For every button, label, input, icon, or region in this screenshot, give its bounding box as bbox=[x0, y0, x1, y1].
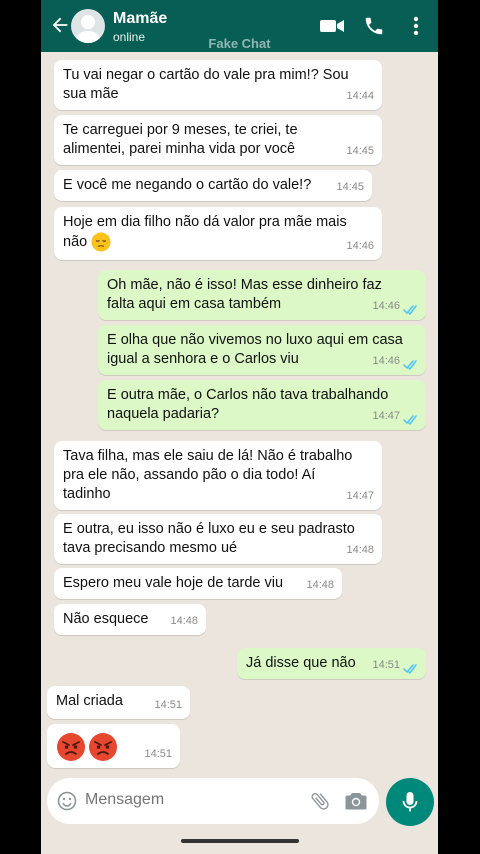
message-timestamp: 14:51 bbox=[154, 699, 182, 711]
message-text-line: alimentei, parei minha vida por você bbox=[63, 141, 296, 157]
outgoing-message-bubble[interactable]: E outra mãe, o Carlos não tava trabalhan… bbox=[98, 380, 426, 430]
message-timestamp: 14:48 bbox=[170, 615, 198, 627]
message-timestamp: 14:51 bbox=[144, 748, 172, 760]
message-text-line: Hoje em dia filho não dá valor pra mãe m… bbox=[63, 214, 347, 230]
emoji-icon[interactable] bbox=[57, 791, 77, 811]
message-text-line: E olha que não vivemos no luxo aqui em c… bbox=[107, 332, 403, 348]
message-text-line: tadinho bbox=[63, 486, 111, 502]
message-text-line: E outra, eu isso não é luxo eu e seu pad… bbox=[63, 521, 355, 537]
incoming-message-bubble[interactable]: 14:51 bbox=[47, 724, 180, 768]
message-text-line: pra ele não, assando pão o dia todo! Aí bbox=[63, 467, 316, 483]
message-input[interactable] bbox=[85, 791, 285, 809]
message-text-line: Espero meu vale hoje de tarde viu bbox=[63, 575, 284, 591]
back-arrow-icon[interactable] bbox=[49, 14, 71, 36]
message-text-line: E outra mãe, o Carlos não tava trabalhan… bbox=[107, 387, 389, 403]
read-receipt-icon bbox=[403, 664, 417, 674]
outgoing-message-bubble[interactable]: E olha que não vivemos no luxo aqui em c… bbox=[98, 325, 426, 375]
read-receipt-icon bbox=[403, 415, 417, 425]
incoming-message-bubble[interactable]: Não esquece 14:48 bbox=[54, 604, 206, 635]
message-timestamp: 14:45 bbox=[346, 145, 374, 157]
read-receipt-icon bbox=[403, 360, 417, 370]
message-text-line: Te carreguei por 9 meses, te criei, te bbox=[63, 122, 298, 138]
message-timestamp: 14:44 bbox=[346, 90, 374, 102]
more-options-icon[interactable] bbox=[407, 15, 425, 37]
attach-icon[interactable] bbox=[309, 790, 331, 812]
message-text-line: Tava filha, mas ele saiu de lá! Não é tr… bbox=[63, 448, 353, 464]
message-text-line: sua mãe bbox=[63, 86, 119, 102]
message-timestamp: 14:47 bbox=[372, 410, 400, 422]
incoming-message-bubble[interactable]: Espero meu vale hoje de tarde viu 14:48 bbox=[54, 568, 342, 599]
incoming-message-bubble[interactable]: E você me negando o cartão do vale!? 14:4… bbox=[54, 170, 372, 201]
contact-name[interactable]: Mamãe bbox=[113, 10, 167, 28]
video-call-icon[interactable] bbox=[319, 15, 345, 37]
incoming-message-bubble[interactable]: E outra, eu isso não é luxo eu e seu pad… bbox=[54, 514, 382, 564]
fake-chat-watermark: Fake Chat bbox=[208, 36, 271, 51]
message-timestamp: 14:46 bbox=[372, 300, 400, 312]
chat-screen: Mamãe online Fake Chat Tu vai negar o ca… bbox=[41, 0, 438, 854]
message-text-line: não bbox=[63, 232, 374, 252]
incoming-message-bubble[interactable]: Te carreguei por 9 meses, te criei, te al… bbox=[54, 115, 382, 165]
angry-face-emoji-icon bbox=[57, 733, 85, 761]
pensive-face-emoji-icon bbox=[91, 232, 111, 252]
message-text-line: E você me negando o cartão do vale!? bbox=[63, 177, 312, 193]
message-list: Tu vai negar o cartão do vale pra mim!? … bbox=[41, 52, 438, 772]
message-text-line: Oh mãe, não é isso! Mas esse dinheiro fa… bbox=[107, 277, 382, 293]
outgoing-message-bubble[interactable]: Já disse que não 14:51 bbox=[237, 648, 426, 679]
message-timestamp: 14:51 bbox=[372, 659, 400, 671]
message-timestamp: 14:45 bbox=[336, 181, 364, 193]
outgoing-message-bubble[interactable]: Oh mãe, não é isso! Mas esse dinheiro fa… bbox=[98, 270, 426, 320]
message-text-line: naquela padaria? bbox=[107, 406, 220, 422]
microphone-icon bbox=[402, 792, 418, 812]
camera-icon[interactable] bbox=[345, 791, 367, 811]
message-text-line: tava precisando mesmo ué bbox=[63, 540, 238, 556]
voice-call-icon[interactable] bbox=[363, 15, 385, 37]
message-text-line: igual a senhora e o Carlos viu bbox=[107, 351, 299, 367]
message-text-line: falta aqui em casa também bbox=[107, 296, 282, 312]
voice-message-button[interactable] bbox=[386, 778, 434, 826]
message-timestamp: 14:48 bbox=[346, 544, 374, 556]
message-timestamp: 14:48 bbox=[306, 579, 334, 591]
message-timestamp: 14:47 bbox=[346, 490, 374, 502]
message-text-line: Tu vai negar o cartão do vale pra mim!? … bbox=[63, 67, 349, 83]
angry-face-emoji-icon bbox=[89, 733, 117, 761]
message-composer[interactable] bbox=[47, 778, 379, 824]
incoming-message-bubble[interactable]: Mal criada 14:51 bbox=[47, 686, 190, 719]
incoming-message-bubble[interactable]: Tu vai negar o cartão do vale pra mim!? … bbox=[54, 60, 382, 110]
message-timestamp: 14:46 bbox=[346, 240, 374, 252]
read-receipt-icon bbox=[403, 305, 417, 315]
incoming-message-bubble[interactable]: Hoje em dia filho não dá valor pra mãe m… bbox=[54, 207, 382, 260]
message-timestamp: 14:46 bbox=[372, 355, 400, 367]
gesture-navigation-bar[interactable] bbox=[181, 839, 299, 843]
incoming-message-bubble[interactable]: Tava filha, mas ele saiu de lá! Não é tr… bbox=[54, 441, 382, 510]
